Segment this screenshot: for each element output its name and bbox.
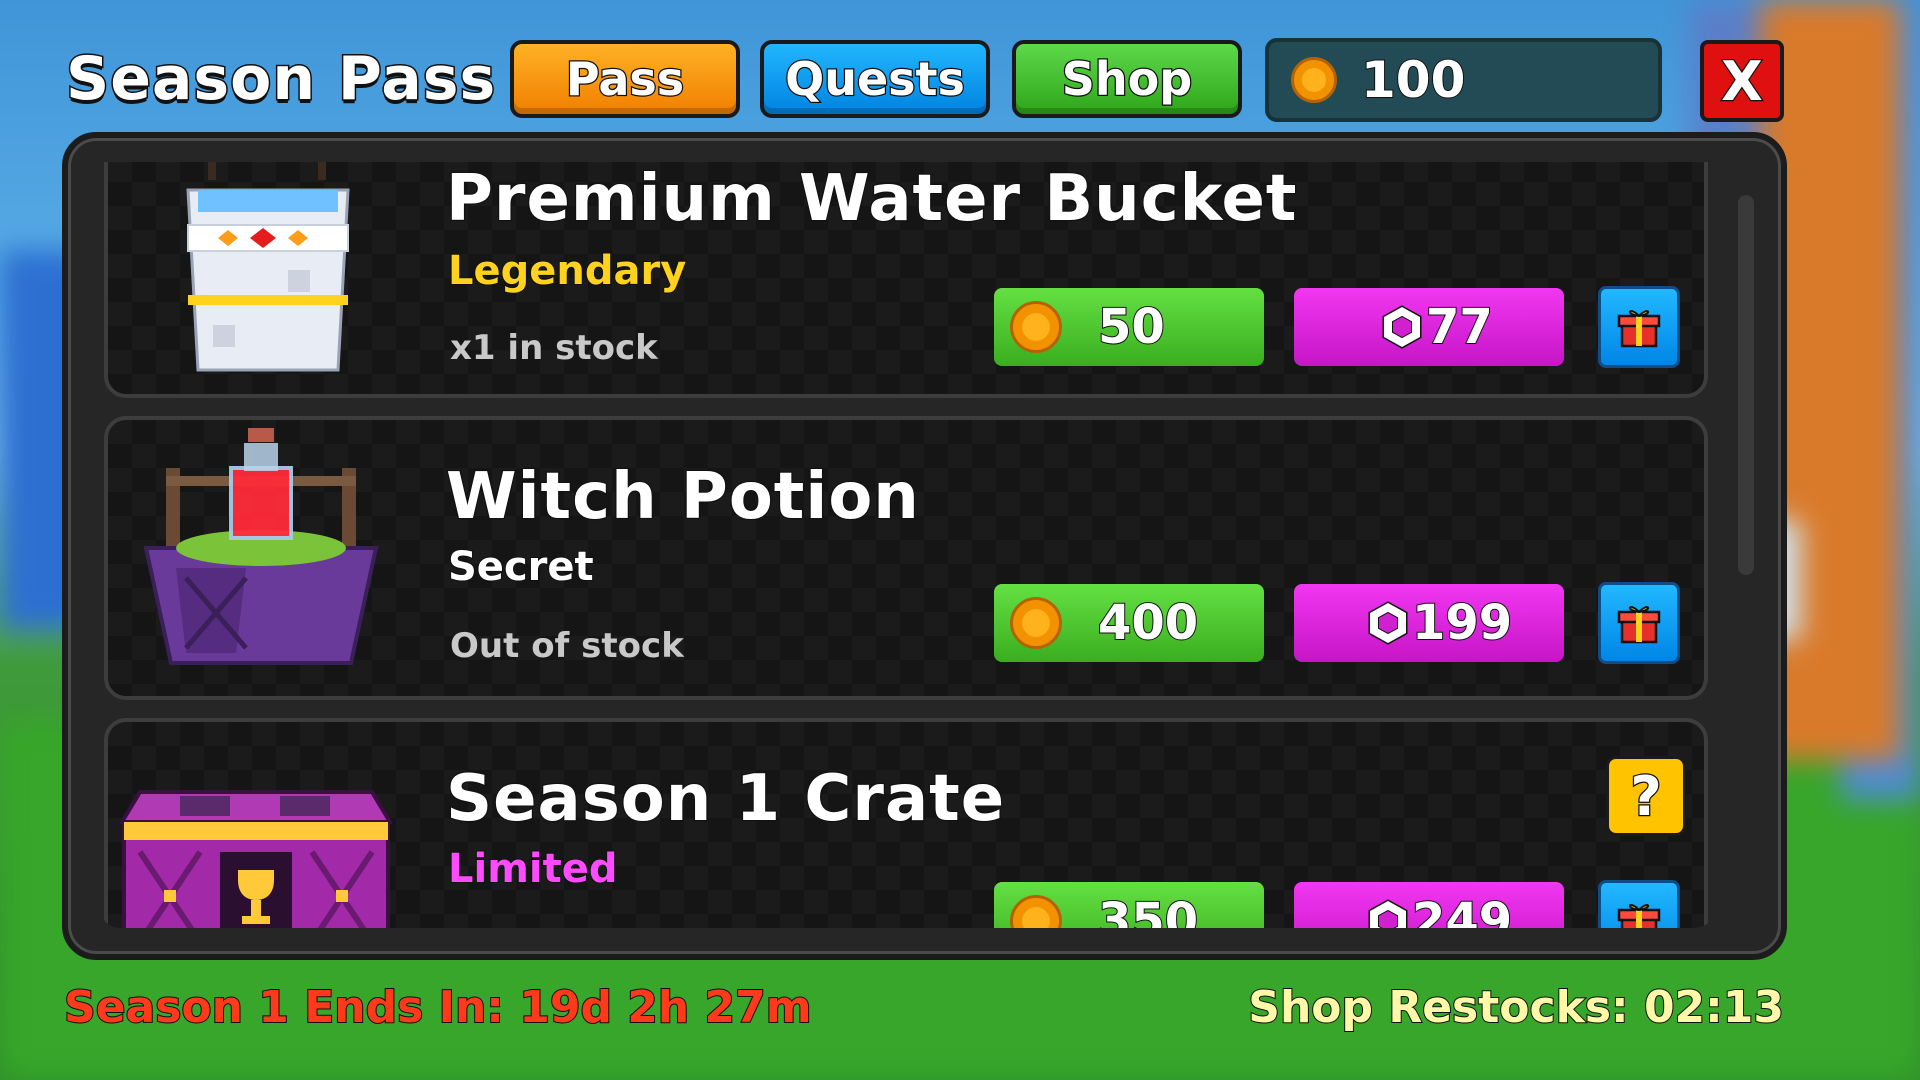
gift-button[interactable] (1598, 286, 1680, 368)
buy-with-robux-button[interactable]: 199 (1294, 584, 1564, 662)
tab-pass[interactable]: Pass (510, 40, 740, 118)
water-bucket-icon (186, 162, 350, 372)
currency-amount: 100 (1360, 50, 1466, 110)
item-name: Witch Potion (445, 459, 920, 536)
gift-button[interactable] (1598, 880, 1680, 928)
buy-with-coins-button[interactable]: 400 (994, 584, 1264, 662)
coin-icon (1010, 301, 1062, 353)
robux-icon (1368, 601, 1408, 645)
item-rarity: Legendary (447, 247, 687, 295)
scrollbar[interactable] (1738, 195, 1754, 575)
item-stock: x1 in stock (450, 328, 658, 368)
coin-icon (1291, 57, 1337, 103)
close-button[interactable]: X (1700, 40, 1784, 122)
shop-item-card: Premium Water Bucket Legendary x1 in sto… (104, 162, 1708, 398)
gift-icon (1617, 606, 1661, 644)
coin-price: 350 (1097, 892, 1199, 928)
crate-icon (120, 790, 392, 928)
robux-price: 249 (1411, 892, 1513, 928)
shop-item-card: Witch Potion Secret Out of stock 400 199 (104, 416, 1708, 700)
robux-icon (1368, 899, 1408, 928)
close-icon: X (1720, 48, 1764, 114)
item-info-button[interactable]: ? (1606, 756, 1686, 836)
robux-icon (1382, 305, 1422, 349)
page-title: Season Pass (64, 43, 497, 116)
tab-quests[interactable]: Quests (760, 40, 990, 118)
robux-price: 199 (1411, 594, 1513, 652)
coin-icon (1010, 597, 1062, 649)
tab-shop[interactable]: Shop (1012, 40, 1242, 118)
shop-item-card: Season 1 Crate Limited ? 350 249 (104, 718, 1708, 928)
coin-icon (1010, 895, 1062, 928)
shop-item-list[interactable]: Premium Water Bucket Legendary x1 in sto… (100, 162, 1715, 928)
buy-with-coins-button[interactable]: 350 (994, 882, 1264, 928)
item-rarity: Limited (447, 845, 618, 893)
coin-price: 50 (1097, 298, 1166, 356)
item-name: Premium Water Bucket (445, 162, 1298, 237)
gift-button[interactable] (1598, 582, 1680, 664)
buy-with-robux-button[interactable]: 249 (1294, 882, 1564, 928)
robux-price: 77 (1425, 298, 1494, 356)
question-icon: ? (1629, 763, 1663, 829)
coin-price: 400 (1097, 594, 1199, 652)
gift-icon (1617, 310, 1661, 348)
season-end-timer: Season 1 Ends In: 19d 2h 27m (63, 981, 813, 1034)
currency-display: 100 (1265, 38, 1662, 122)
gift-icon (1617, 904, 1661, 928)
buy-with-robux-button[interactable]: 77 (1294, 288, 1564, 366)
item-stock: Out of stock (450, 626, 684, 666)
item-name: Season 1 Crate (445, 761, 1006, 838)
shop-restock-timer: Shop Restocks: 02:13 (1247, 981, 1785, 1034)
item-rarity: Secret (447, 543, 595, 591)
witch-potion-icon (143, 428, 379, 665)
buy-with-coins-button[interactable]: 50 (994, 288, 1264, 366)
